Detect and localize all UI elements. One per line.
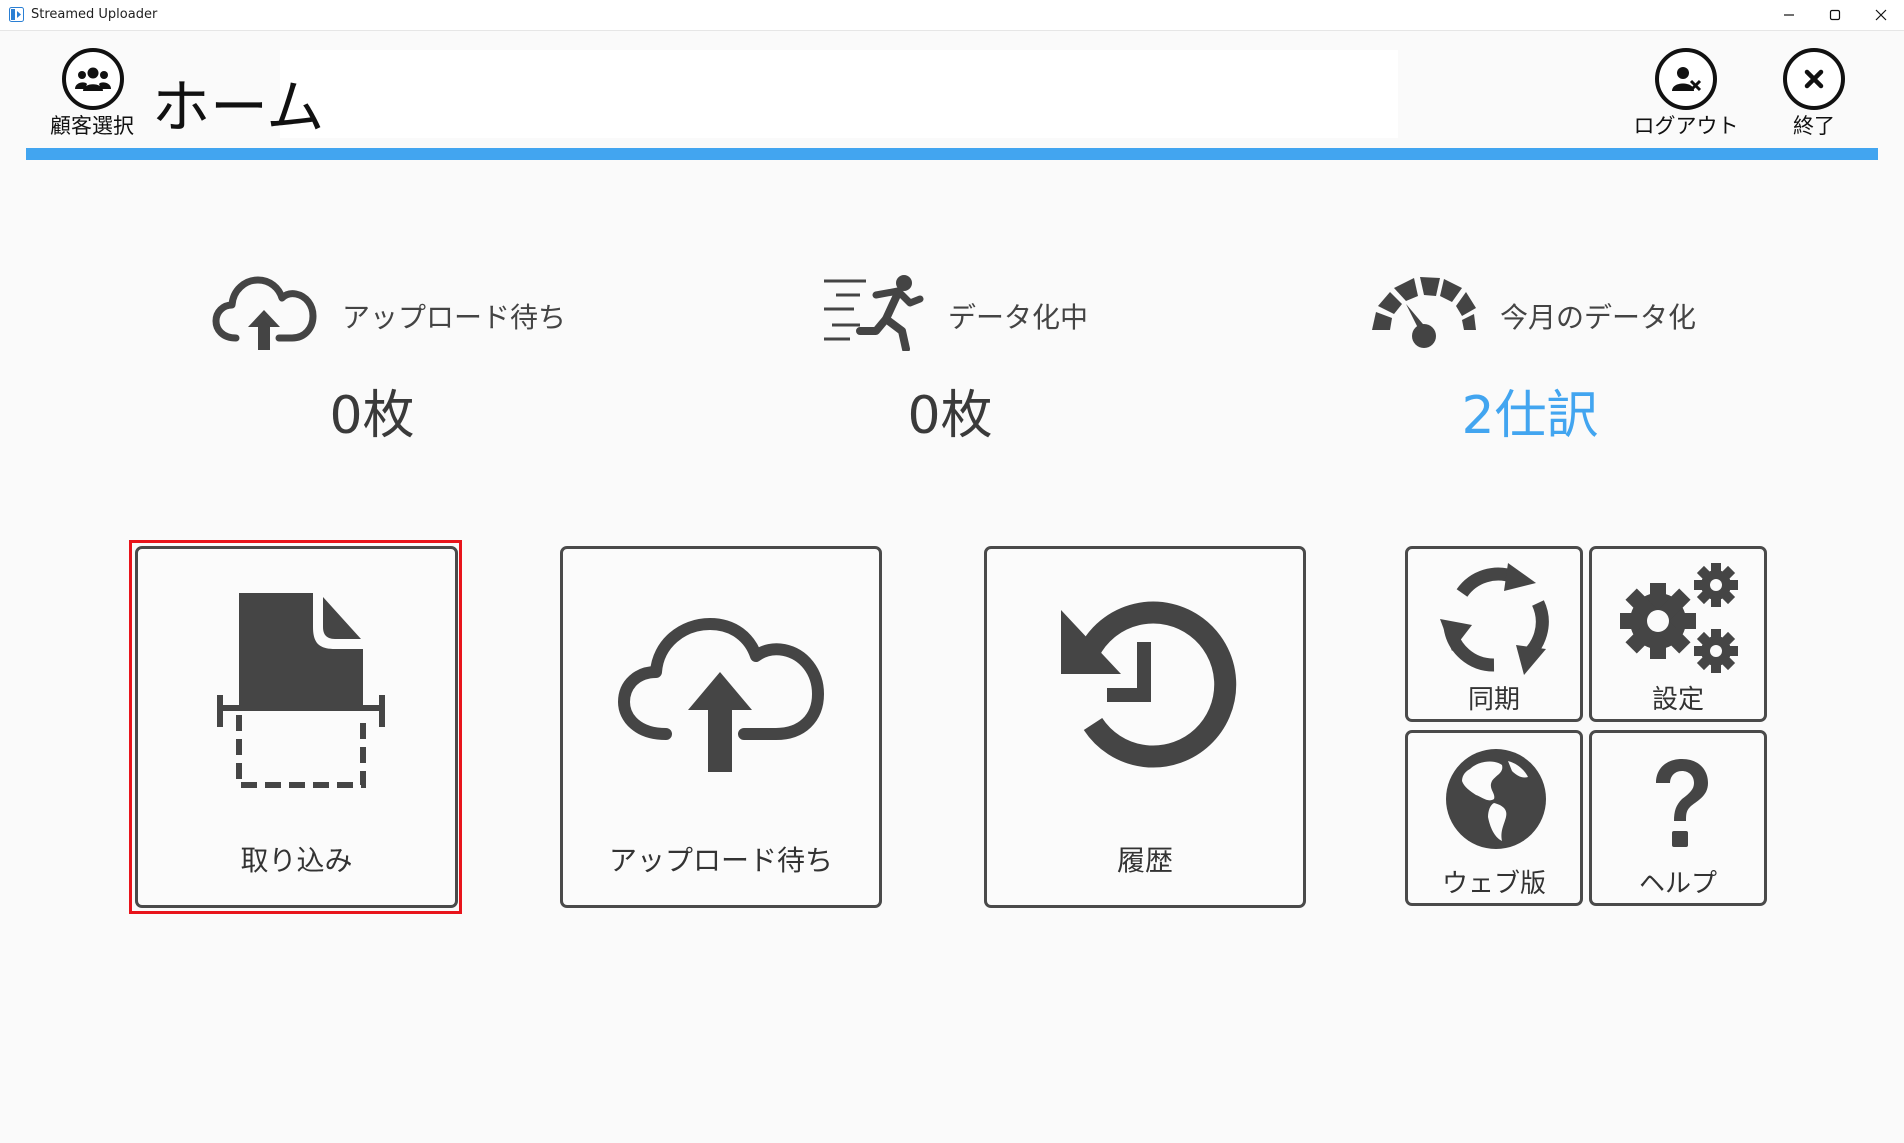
stat-value-digitizing: 0枚 xyxy=(907,386,993,446)
history-icon xyxy=(1061,601,1237,768)
minimize-icon xyxy=(1784,14,1794,16)
window-title: Streamed Uploader xyxy=(31,7,158,22)
close-window-button[interactable] xyxy=(1858,0,1904,30)
stat-value-this-month: 2仕訳 xyxy=(1461,386,1599,446)
stat-label-digitizing: データ化中 xyxy=(948,301,1089,334)
close-icon xyxy=(1875,9,1887,21)
logout-label: ログアウト xyxy=(1633,114,1739,138)
gears-icon xyxy=(1620,563,1738,673)
sync-icon xyxy=(1440,563,1549,675)
window-title-bar: Streamed Uploader xyxy=(0,0,1904,31)
exit-button[interactable]: 終了 xyxy=(1783,48,1883,148)
help-label: ヘルプ xyxy=(1638,869,1717,899)
header-accent-bar xyxy=(26,148,1878,160)
stat-label-this-month: 今月のデータ化 xyxy=(1500,301,1697,334)
exit-label: 終了 xyxy=(1793,114,1835,138)
logout-button[interactable]: ログアウト xyxy=(1634,48,1755,148)
customer-group-icon xyxy=(62,48,124,110)
cloud-upload-icon xyxy=(212,276,317,350)
cloud-upload-icon xyxy=(618,618,824,772)
sync-label: 同期 xyxy=(1467,685,1520,715)
history-tile[interactable]: 履歴 xyxy=(984,546,1306,908)
speedometer-icon xyxy=(1372,277,1476,348)
web-version-label: ウェブ版 xyxy=(1441,869,1546,899)
title-area xyxy=(280,50,1398,138)
maximize-button[interactable] xyxy=(1812,0,1858,30)
customer-select-label: 顧客選択 xyxy=(50,114,134,138)
customer-select-button[interactable]: 顧客選択 xyxy=(50,48,162,148)
history-label: 履歴 xyxy=(1116,844,1173,877)
stat-value-upload-waiting: 0枚 xyxy=(329,386,415,446)
page-title: ホーム xyxy=(152,73,325,141)
import-tile[interactable]: 取り込み xyxy=(135,546,458,908)
question-icon xyxy=(1656,759,1708,847)
minimize-button[interactable] xyxy=(1766,0,1812,30)
maximize-icon xyxy=(1829,9,1841,21)
exit-x-icon xyxy=(1783,48,1845,110)
running-person-icon xyxy=(824,275,924,351)
upload-queue-label: アップロード待ち xyxy=(608,844,833,877)
help-tile[interactable]: ヘルプ xyxy=(1589,730,1767,906)
scan-document-icon xyxy=(217,593,385,788)
settings-label: 設定 xyxy=(1651,685,1704,715)
app-icon xyxy=(9,7,24,22)
web-version-tile[interactable]: ウェブ版 xyxy=(1405,730,1583,906)
globe-icon xyxy=(1446,749,1546,849)
logout-user-icon xyxy=(1655,48,1717,110)
stat-label-upload-waiting: アップロード待ち xyxy=(342,301,567,334)
sync-tile[interactable]: 同期 xyxy=(1405,546,1583,722)
import-label: 取り込み xyxy=(240,844,353,877)
settings-tile[interactable]: 設定 xyxy=(1589,546,1767,722)
upload-queue-tile[interactable]: アップロード待ち xyxy=(560,546,882,908)
